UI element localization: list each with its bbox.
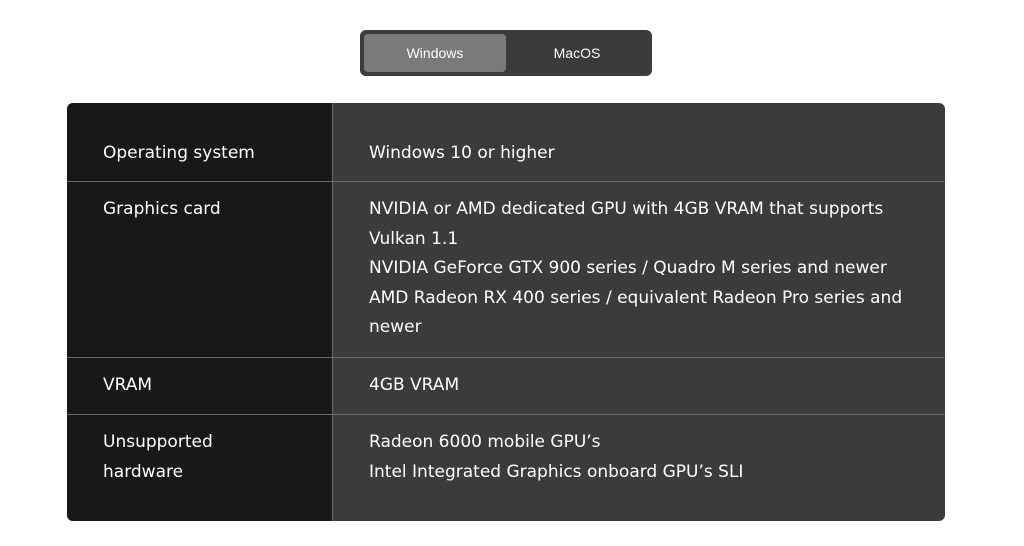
os-toggle: Windows MacOS	[360, 30, 652, 76]
row-value-operating-system: Windows 10 or higher	[332, 103, 945, 181]
requirements-table: Operating system Windows 10 or higher Gr…	[67, 103, 945, 521]
value-line: AMD Radeon RX 400 series / equivalent Ra…	[369, 287, 903, 338]
row-label-unsupported-hardware: Unsupported hardware	[67, 415, 332, 521]
table-row: Operating system Windows 10 or higher	[67, 103, 945, 181]
table-row: Graphics card NVIDIA or AMD dedicated GP…	[67, 181, 945, 357]
row-label-graphics-card: Graphics card	[67, 182, 332, 357]
row-label-operating-system: Operating system	[67, 103, 332, 181]
row-label-vram: VRAM	[67, 358, 332, 414]
row-value-vram: 4GB VRAM	[332, 358, 945, 414]
row-value-unsupported-hardware: Radeon 6000 mobile GPU’s Intel Integrate…	[332, 415, 945, 521]
tab-macos[interactable]: MacOS	[506, 34, 648, 72]
value-line: Radeon 6000 mobile GPU’s	[369, 432, 601, 452]
value-line: NVIDIA GeForce GTX 900 series / Quadro M…	[369, 258, 887, 278]
table-row: VRAM 4GB VRAM	[67, 357, 945, 414]
value-line: Intel Integrated Graphics onboard GPU’s …	[369, 461, 744, 482]
row-value-graphics-card: NVIDIA or AMD dedicated GPU with 4GB VRA…	[332, 182, 945, 357]
value-line: Windows 10 or higher	[369, 143, 555, 163]
tab-windows[interactable]: Windows	[364, 34, 506, 72]
value-line: NVIDIA or AMD dedicated GPU with 4GB VRA…	[369, 199, 884, 249]
value-line: 4GB VRAM	[369, 375, 460, 395]
table-row: Unsupported hardware Radeon 6000 mobile …	[67, 414, 945, 521]
